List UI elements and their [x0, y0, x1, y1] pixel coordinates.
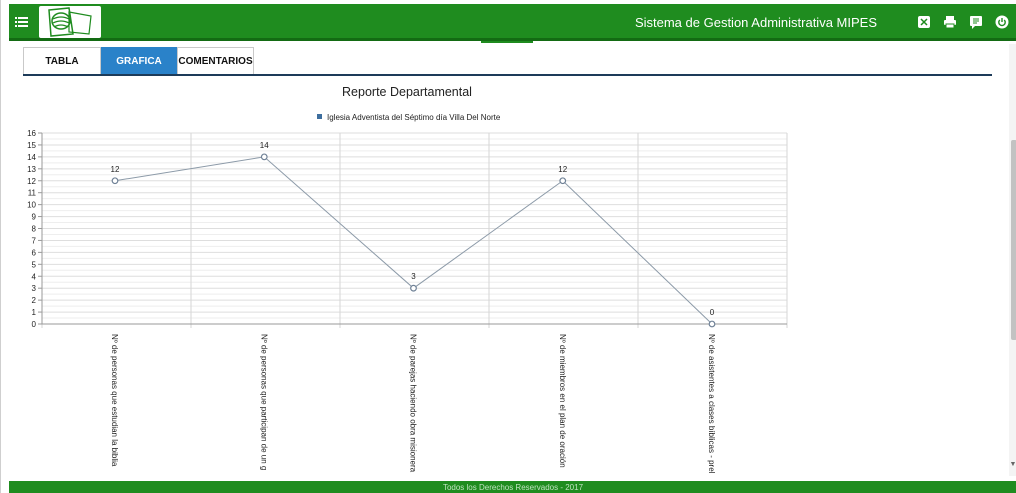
tab-bar: TABLA GRAFICA COMENTARIOS [23, 47, 254, 74]
data-point [260, 153, 268, 161]
legend-label: Iglesia Adventista del Séptimo día Villa… [327, 113, 501, 122]
data-label: 12 [558, 165, 567, 174]
x-category-label: Nº de parejas haciendo obra misionera [409, 334, 418, 473]
chart-title: Reporte Departamental [342, 85, 472, 99]
y-tick-label: 6 [32, 248, 37, 257]
data-label: 12 [111, 165, 120, 174]
print-icon[interactable] [941, 13, 959, 31]
data-point [410, 284, 417, 292]
data-label: 0 [710, 308, 715, 317]
y-tick-label: 12 [27, 177, 36, 186]
tab-comentarios[interactable]: COMENTARIOS [177, 47, 254, 74]
top-bar: Sistema de Gestion Administrativa MIPES [9, 4, 1016, 41]
footer: Todos los Derechos Reservados - 2017 [9, 481, 1016, 493]
legend-marker [317, 114, 322, 119]
y-tick-label: 1 [32, 308, 37, 317]
x-category-label: Nº de personas que estudian la biblia [110, 334, 119, 467]
chart-grid [41, 132, 788, 328]
header-accent-line [481, 41, 533, 43]
x-category-label: Nº de miembros en el plan de oración [558, 334, 567, 468]
fullscreen-icon[interactable] [915, 13, 933, 31]
y-tick-label: 13 [27, 165, 36, 174]
x-category-label: Nº de asistentes a clases bíblicas - pre… [707, 334, 716, 474]
menu-icon[interactable] [13, 13, 31, 31]
y-axis-ticks: 012345678910111213141516 [27, 129, 42, 329]
y-tick-label: 15 [27, 141, 36, 150]
y-tick-label: 14 [27, 153, 36, 162]
y-tick-label: 8 [32, 225, 37, 234]
data-point [559, 177, 567, 185]
y-tick-label: 11 [28, 189, 37, 198]
data-point [708, 320, 716, 328]
header-actions [915, 13, 1011, 31]
scroll-down-icon[interactable]: ▼ [1009, 461, 1016, 469]
x-category-label: Nº de personas que participan de un g [259, 334, 268, 470]
line-chart: Reporte Departamental Iglesia Adventista… [27, 85, 788, 474]
data-label: 3 [411, 272, 416, 281]
comments-icon[interactable] [967, 13, 985, 31]
y-tick-label: 9 [32, 213, 37, 222]
logo[interactable] [39, 6, 101, 38]
footer-text: Todos los Derechos Reservados - 2017 [442, 483, 584, 492]
y-tick-label: 3 [32, 284, 37, 293]
power-icon[interactable] [993, 13, 1011, 31]
y-tick-label: 5 [32, 260, 37, 269]
data-label: 14 [260, 141, 269, 150]
y-tick-label: 2 [32, 296, 37, 305]
y-tick-label: 0 [32, 320, 37, 329]
app-title: Sistema de Gestion Administrativa MIPES [634, 15, 877, 30]
y-tick-label: 7 [32, 236, 37, 245]
tab-grafica[interactable]: GRAFICA [101, 47, 177, 74]
tab-tabla[interactable]: TABLA [23, 47, 101, 74]
y-tick-label: 16 [27, 129, 36, 138]
x-axis-categories: Nº de personas que estudian la biblia Nº … [110, 334, 716, 474]
y-tick-label: 4 [32, 272, 37, 281]
data-point [111, 177, 119, 185]
y-tick-label: 10 [27, 201, 36, 210]
app-window: Sistema de Gestion Administrativa MIPES … [0, 0, 1016, 493]
scrollbar-thumb[interactable] [1011, 140, 1016, 340]
